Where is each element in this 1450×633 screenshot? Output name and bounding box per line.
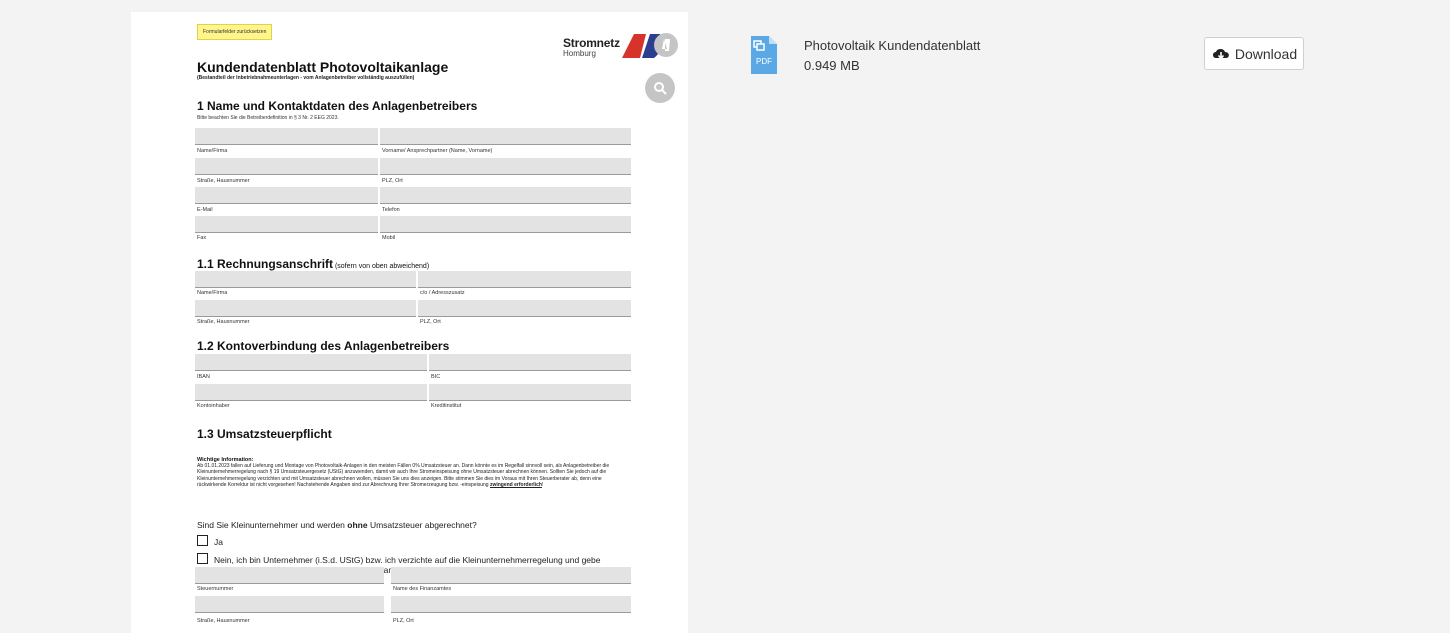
vat-question: Sind Sie Kleinunternehmer und werden ohn… [197,520,477,530]
rechnung-co-field[interactable] [418,271,631,288]
document-title: Kundendatenblatt Photovoltaikanlage [197,59,449,75]
cloud-download-icon [1212,48,1229,60]
field-label: Straße, Hausnummer [197,319,250,325]
field-label: Vorname/ Ansprechpartner (Name, Vorname) [382,148,493,154]
search-icon [654,82,667,95]
field-label: IBAN [197,374,210,380]
rechnung-strasse-field[interactable] [195,300,416,317]
download-button[interactable]: Download [1204,37,1304,70]
plz-ort-field[interactable] [380,158,631,175]
field-label: Telefon [382,207,400,213]
field-label: PLZ, Ort [420,319,441,325]
field-label: Name des Finanzamtes [393,586,452,592]
section-1-1-note: (sofern von oben abweichend) [333,263,430,270]
field-label: Steuernummer [197,586,234,592]
checkbox-ja-label: Ja [214,537,223,547]
finanzamt-name-field[interactable] [391,567,631,584]
pdf-file-icon[interactable]: PDF [751,36,777,74]
kreditinstitut-field[interactable] [429,384,631,401]
field-label: Fax [197,235,207,241]
field-label: PLZ, Ort [393,618,414,624]
strasse-field[interactable] [195,158,378,175]
steuernummer-field[interactable] [195,567,384,584]
section-1-2-heading: 1.2 Kontoverbindung des Anlagenbetreiber… [197,339,450,353]
info-emphasis: zwingend erforderlich [489,482,542,489]
checkbox-nein[interactable] [197,553,208,564]
iban-field[interactable] [195,354,427,371]
file-size: 0.949 MB [804,58,860,73]
field-label: Kreditinstitut [431,403,462,409]
checkbox-ja[interactable] [197,535,208,546]
file-name[interactable]: Photovoltaik Kundendatenblatt [804,38,980,53]
section-1-3-heading: 1.3 Umsatzsteuerpflicht [197,427,332,441]
info-end: ! [541,482,544,489]
rechnung-name-field[interactable] [195,271,416,288]
vat-question-b: ohne [347,520,368,530]
section-1-heading: 1 Name und Kontaktdaten des Anlagenbetre… [197,99,478,113]
field-label: Kontoinhaber [197,403,230,409]
field-label: PLZ, Ort [382,178,403,184]
section-1-1-heading: 1.1 Rechnungsanschrift (sofern von oben … [197,257,429,271]
document-preview[interactable]: Formularfelder zurücksetzen Stromnetz Ho… [131,12,688,633]
vat-question-a: Sind Sie Kleinunternehmer und werden [197,520,348,530]
stromnetz-logo-icon [622,33,678,58]
info-text: Ab 01.01.2023 fallen auf Lieferung und M… [197,463,617,489]
field-label: E-Mail [197,207,213,213]
section-1-1-title: 1.1 Rechnungsanschrift [197,257,334,271]
section-1-hint: Bitte beachten Sie die Betreiberdefiniti… [197,115,339,121]
telefon-field[interactable] [380,187,631,204]
kontoinhaber-field[interactable] [195,384,427,401]
bic-field[interactable] [429,354,631,371]
finanzamt-strasse-field[interactable] [195,596,384,613]
field-label: Straße, Hausnummer [197,618,250,624]
field-label: Straße, Hausnummer [197,178,250,184]
svg-text:PDF: PDF [756,57,772,66]
vat-question-c: Umsatzsteuer abgerechnet? [367,520,477,530]
download-label: Download [1234,45,1298,62]
rechnung-plz-field[interactable] [418,300,631,317]
email-field[interactable] [195,187,378,204]
finanzamt-plz-field[interactable] [391,596,631,613]
field-label: Mobil [382,235,396,241]
reset-fields-button[interactable]: Formularfelder zurücksetzen [197,24,273,40]
zoom-search-button[interactable] [645,73,675,103]
info-body: Ab 01.01.2023 fallen auf Lieferung und M… [197,463,610,489]
mobil-field[interactable] [380,216,631,233]
field-label: c/o / Adresszusatz [420,290,465,296]
fax-field[interactable] [195,216,378,233]
field-label: Name/Firma [197,148,228,154]
name-firma-field[interactable] [195,128,378,145]
document-subtitle: (Bestandteil der Inbetriebnahmeunterlage… [197,75,415,81]
field-label: Name/Firma [197,290,228,296]
field-label: BIC [431,374,441,380]
ansprechpartner-field[interactable] [380,128,631,145]
